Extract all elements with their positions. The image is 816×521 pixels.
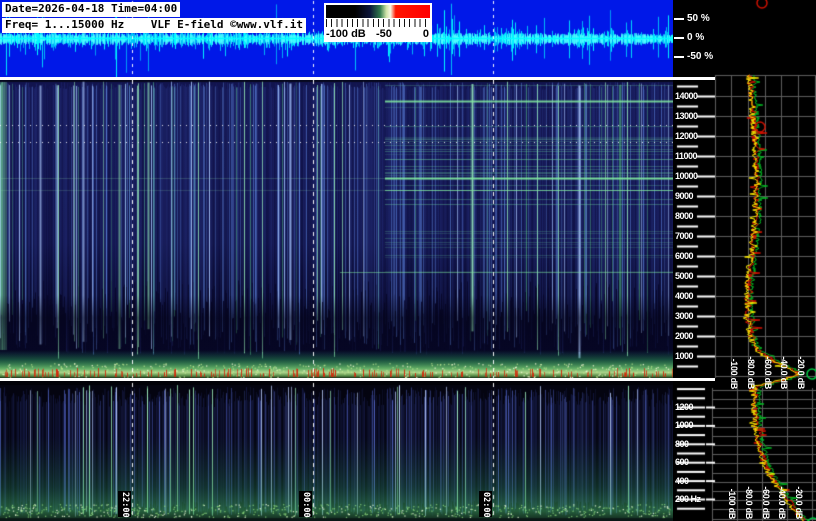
separator-line-bottom (0, 378, 715, 381)
freq-tick-label: 3000 (675, 311, 694, 321)
freq-tick-label: 11000 (675, 151, 698, 161)
time-marker-label: 22:00 (118, 491, 131, 518)
time-marker-label: 00:00 (299, 491, 312, 518)
freq-tick-label: 5000 (675, 271, 694, 281)
date-time-readout: Date=2026-04-18 Time=04:00 (2, 2, 181, 17)
time-marker-label: 02:00 (479, 491, 492, 518)
freq-tick-label: 10000 (675, 171, 698, 181)
db-tick-label: -100 dB (727, 488, 737, 519)
color-gradient-bar (326, 5, 430, 18)
colorbar-min-label: -100 dB (326, 28, 366, 40)
freq-tick-label: 800 (675, 438, 689, 449)
amplitude-label: 0 % (687, 32, 705, 43)
db-tick-label: -60.0 dB (761, 486, 771, 519)
amplitude-tick (674, 18, 684, 20)
freq-tick-label: 8000 (675, 211, 694, 221)
db-tick-label: -100 dB (729, 358, 739, 389)
db-tick-label: -80.0 dB (744, 486, 754, 519)
amplitude-tick (674, 56, 684, 58)
colorbar-max-label: 0 (422, 28, 429, 40)
freq-tick-label: 200 Hz (675, 494, 701, 504)
freq-range-readout: Freq= 1...15000 Hz VLF E-field ©www.vlf.… (2, 18, 307, 33)
amplitude-tick (674, 37, 684, 39)
freq-tick-label: 2000 (675, 331, 694, 341)
freq-tick-label: 9000 (675, 191, 694, 201)
freq-tick-label: 14000 (675, 91, 698, 101)
color-scale-ticks (326, 19, 430, 27)
time-marker-text: 00:00 (300, 492, 311, 518)
db-tick-label: -80.0 dB (746, 356, 756, 389)
freq-tick-label: 7000 (675, 231, 694, 241)
amplitude-label: -50 % (687, 51, 714, 62)
color-scale-legend: -100 dB -50 0 (324, 3, 432, 42)
db-tick-label: -20.0 dB (796, 356, 806, 389)
db-tick-label: -60.0 dB (763, 356, 773, 389)
vlf-monitor-window: Date=2026-04-18 Time=04:00 Freq= 1...150… (0, 0, 816, 521)
freq-tick-label: 13000 (675, 111, 698, 121)
low-band-spectrogram (0, 381, 673, 521)
freq-tick-label: 600 (675, 457, 689, 468)
freq-tick-label: 400 (675, 475, 689, 486)
time-marker-text: 02:00 (480, 492, 491, 518)
colorbar-mid-label: -50 (376, 28, 392, 40)
freq-tick-label: 1000 (675, 351, 694, 361)
freq-tick-label: 12000 (675, 131, 698, 141)
db-tick-label: -20.0 dB (794, 486, 804, 519)
separator-line-top (0, 77, 715, 80)
freq-tick-label: 1000 (675, 420, 694, 431)
freq-tick-label: 4000 (675, 291, 694, 301)
freq-tick-label: 6000 (675, 251, 694, 261)
db-tick-label: -40.0 dB (779, 356, 789, 389)
time-marker-text: 22:00 (119, 492, 130, 518)
amplitude-label: 50 % (687, 13, 710, 24)
db-tick-label: -40.0 dB (777, 486, 787, 519)
main-spectrogram (0, 80, 673, 378)
freq-tick-label: 1200 (675, 402, 694, 412)
